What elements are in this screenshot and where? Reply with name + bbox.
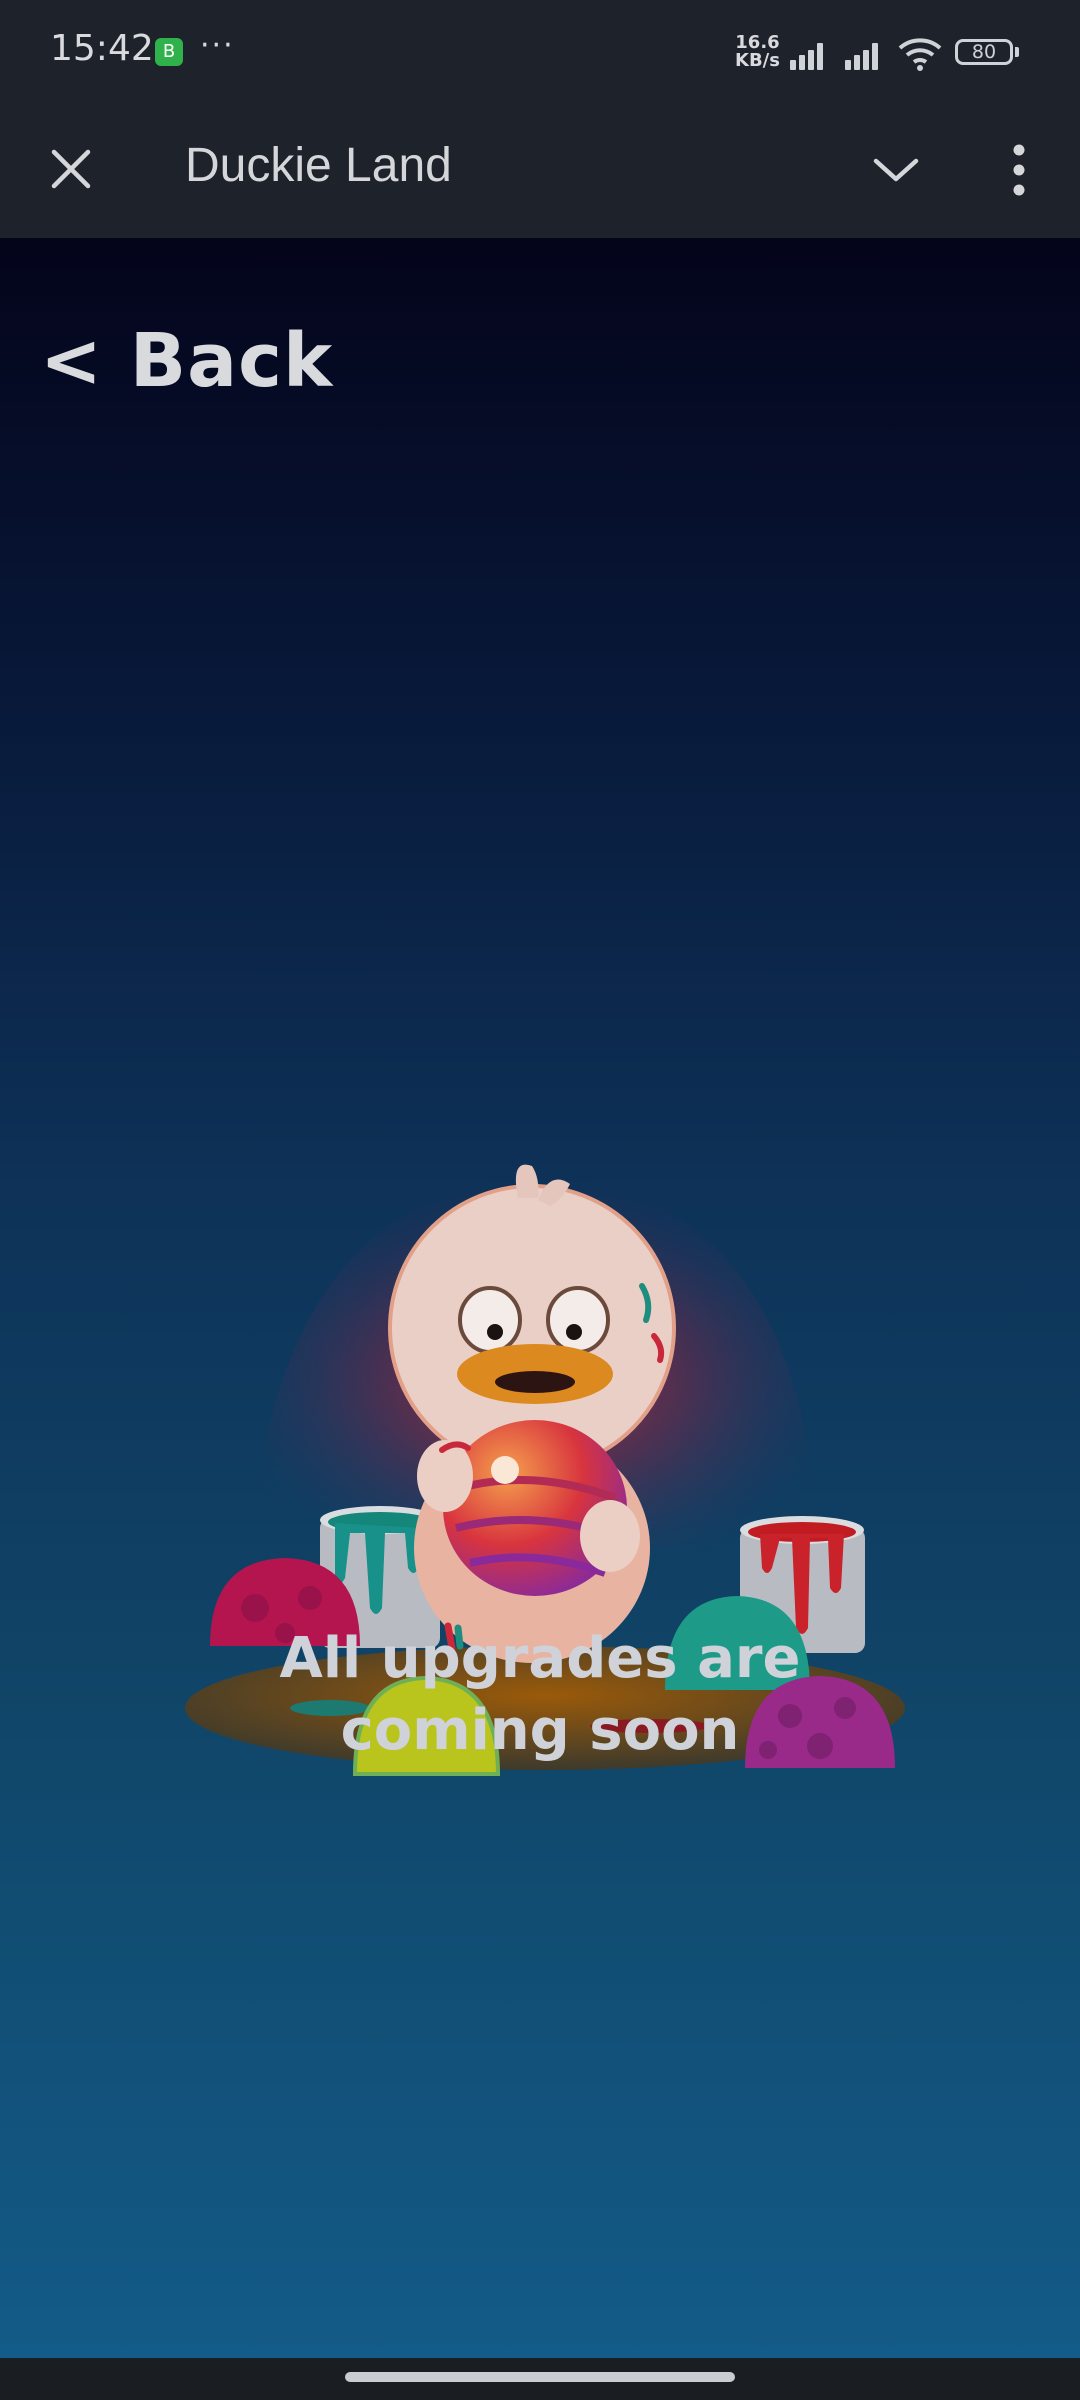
message-line-2: coming soon [340, 1698, 740, 1763]
notification-app-icon: B [155, 38, 183, 66]
more-vert-icon[interactable] [1008, 142, 1030, 198]
network-speed: 16.6 KB/s [735, 34, 780, 70]
chevron-down-icon[interactable] [872, 153, 920, 187]
close-icon[interactable] [50, 148, 92, 190]
battery-tip [1015, 47, 1019, 57]
status-bar: 15:42 B ··· 16.6 KB/s 80 [0, 0, 1080, 108]
battery-level: 80 [971, 41, 997, 63]
duck-character [388, 1164, 676, 1663]
navigation-bar [0, 2358, 1080, 2400]
app-bar: Duckie Land [0, 108, 1080, 238]
app-title: Duckie Land [185, 139, 452, 192]
home-gesture-handle[interactable] [345, 2372, 735, 2382]
back-button[interactable]: < Back [40, 318, 333, 404]
coming-soon-message: All upgrades are coming soon [190, 1623, 890, 1767]
more-notifications-icon: ··· [200, 28, 235, 63]
status-time: 15:42 [50, 28, 154, 69]
battery-icon: 80 [955, 39, 1013, 65]
wifi-icon [898, 38, 942, 71]
network-speed-unit: KB/s [735, 50, 780, 71]
game-view: < Back All upgrades are coming soon [0, 238, 1080, 2358]
message-line-1: All upgrades are [279, 1626, 801, 1691]
